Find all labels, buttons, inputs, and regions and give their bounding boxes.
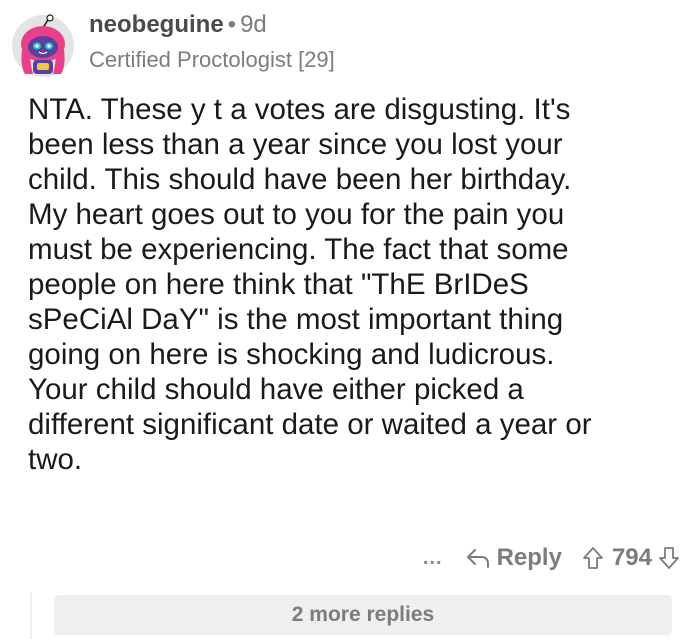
- user-flair: Certified Proctologist [29]: [89, 47, 335, 72]
- reply-label: Reply: [496, 544, 562, 571]
- reply-button[interactable]: Reply: [465, 544, 562, 572]
- snoo-avatar-icon: [12, 14, 74, 77]
- comment-body: NTA. These y t a votes are disgusting. I…: [28, 93, 592, 476]
- comment-age: 9d: [240, 11, 267, 38]
- vote-controls: 794: [582, 544, 680, 572]
- reply-arrow-icon: [466, 549, 489, 568]
- vote-score: 794: [611, 544, 652, 571]
- upvote-icon[interactable]: [582, 546, 604, 570]
- comment: neobeguine • 9d Certified Proctologist [29…: [0, 0, 700, 639]
- comment-meta: neobeguine • 9d: [89, 10, 267, 40]
- downvote-icon[interactable]: [658, 546, 680, 570]
- user-avatar[interactable]: [11, 14, 75, 78]
- username-link[interactable]: neobeguine: [89, 11, 224, 38]
- more-replies-button[interactable]: 2 more replies: [54, 595, 672, 635]
- more-options-button[interactable]: ...: [423, 547, 443, 570]
- meta-separator: •: [227, 11, 237, 38]
- thread-line[interactable]: [30, 592, 32, 639]
- comment-actions: ... Reply 794: [360, 538, 680, 578]
